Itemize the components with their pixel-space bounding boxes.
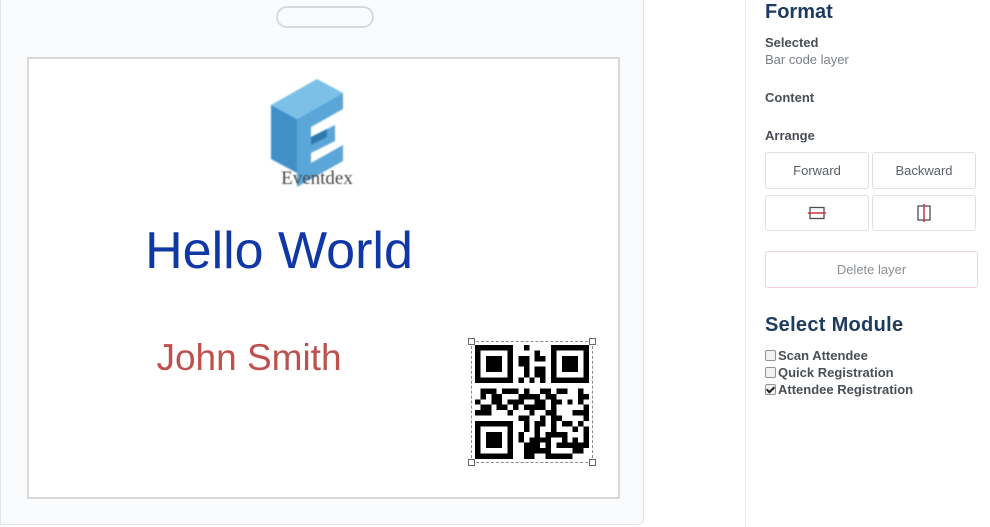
attendee-registration-label: Attendee Registration <box>778 382 914 397</box>
logo-text: Eventdex <box>281 168 353 189</box>
resize-handle-bottom-right[interactable] <box>589 459 596 466</box>
selected-label: Selected <box>765 35 819 50</box>
select-module-title: Select Module <box>765 314 904 336</box>
arrange-label: Arrange <box>765 128 815 143</box>
scan-attendee-label: Scan Attendee <box>778 348 868 363</box>
quick-registration-label: Quick Registration <box>778 365 894 380</box>
delete-layer-button[interactable]: Delete layer <box>765 251 978 288</box>
format-title: Format <box>765 1 833 23</box>
selected-value: Bar code layer <box>765 52 849 67</box>
backward-button[interactable]: Backward <box>872 152 976 189</box>
module-option-scan-attendee[interactable]: Scan Attendee <box>765 348 868 363</box>
badge-canvas[interactable]: Eventdex Hello World John Smith <box>27 57 620 499</box>
format-panel: Format Selected Bar code layer Content A… <box>745 0 990 527</box>
align-vertical-button[interactable] <box>872 195 976 231</box>
forward-button[interactable]: Forward <box>765 152 869 189</box>
align-horizontal-button[interactable] <box>765 195 869 231</box>
badge-canvas-area: Eventdex Hello World John Smith <box>0 0 644 525</box>
content-label: Content <box>765 90 815 105</box>
qr-code-icon <box>475 345 589 459</box>
align-horizontal-center-icon <box>808 206 826 220</box>
quick-registration-checkbox[interactable] <box>765 367 776 378</box>
attendee-name-layer[interactable]: John Smith <box>129 337 369 379</box>
barcode-layer[interactable] <box>468 338 596 466</box>
scan-attendee-checkbox[interactable] <box>765 350 776 361</box>
module-option-attendee-registration[interactable]: Attendee Registration <box>765 382 913 397</box>
badge-lanyard-slot <box>276 6 374 28</box>
attendee-registration-checkbox[interactable] <box>765 384 776 395</box>
module-option-quick-registration[interactable]: Quick Registration <box>765 365 894 380</box>
resize-handle-top-right[interactable] <box>589 338 596 345</box>
resize-handle-top-left[interactable] <box>468 338 475 345</box>
resize-handle-bottom-left[interactable] <box>468 459 475 466</box>
align-vertical-center-icon <box>917 204 931 222</box>
headline-text-layer[interactable]: Hello World <box>29 221 529 281</box>
